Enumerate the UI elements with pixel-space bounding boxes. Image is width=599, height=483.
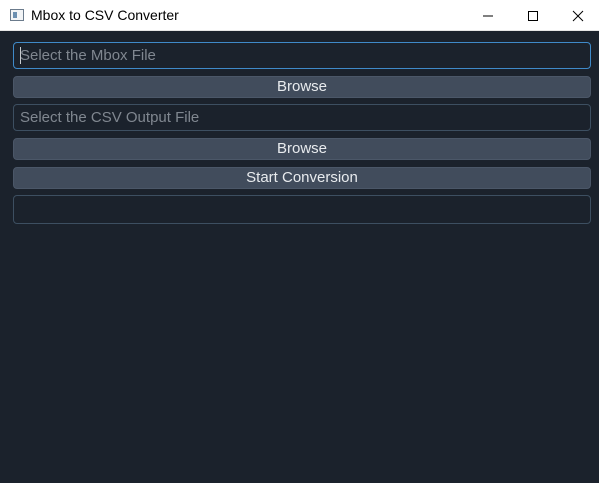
minimize-button[interactable] [465,0,511,31]
app-icon [10,9,24,21]
start-conversion-button[interactable]: Start Conversion [13,167,591,189]
minimize-icon [483,15,493,16]
status-output-field [13,195,591,224]
text-caret [20,47,21,64]
csv-output-input[interactable] [13,104,591,131]
mbox-browse-button[interactable]: Browse [13,76,591,98]
close-button[interactable] [555,0,599,31]
maximize-button[interactable] [510,0,556,31]
mbox-file-input[interactable] [13,42,591,69]
csv-browse-button[interactable]: Browse [13,138,591,160]
maximize-icon [528,10,538,21]
window-title: Mbox to CSV Converter [31,7,179,23]
close-icon [572,10,584,21]
app-window: Mbox to CSV Converter Browse Browse Star… [0,0,599,483]
title-bar[interactable]: Mbox to CSV Converter [0,0,599,31]
